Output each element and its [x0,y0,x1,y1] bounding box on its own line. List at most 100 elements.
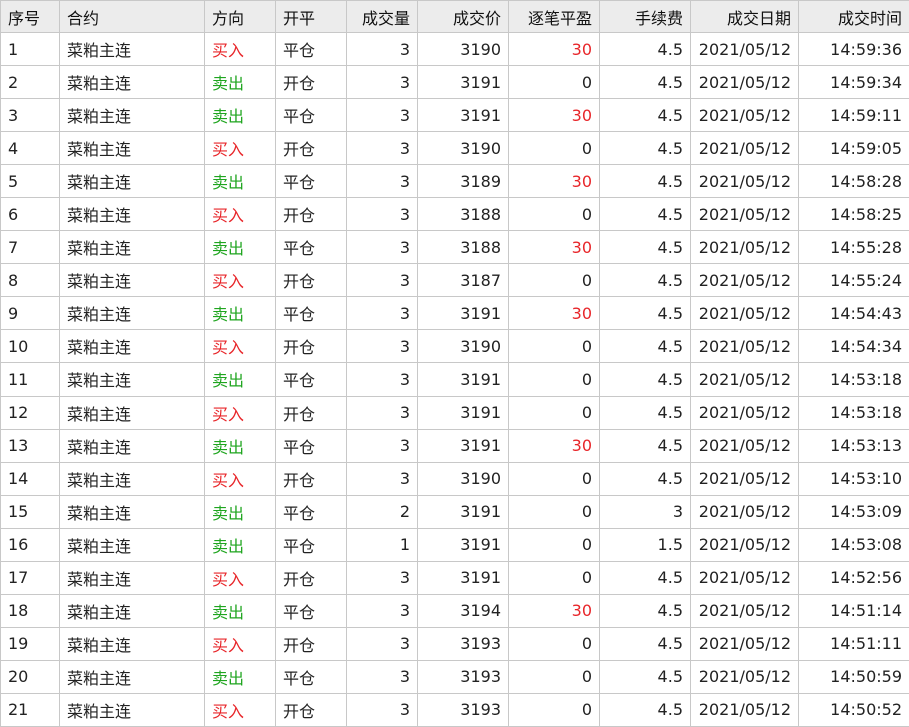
table-row[interactable]: 1 菜粕主连 买入 平仓 3 3190 30 4.5 2021/05/12 14:59:36 [0,31,909,67]
cell-direction: 买入 [204,31,276,67]
cell-volume: 3 [346,296,418,331]
cell-price: 3193 [417,626,509,661]
cell-date: 2021/05/12 [690,494,799,529]
cell-time: 14:50:59 [798,659,909,694]
table-row[interactable]: 2 菜粕主连 卖出 开仓 3 3191 0 4.5 2021/05/12 14:59:34 [0,65,909,100]
cell-open-close: 平仓 [275,428,347,463]
cell-price: 3193 [417,692,509,727]
column-header-pnl[interactable]: 逐笔平盈 [508,0,600,33]
cell-fee: 4.5 [599,560,691,595]
table-row[interactable]: 14 菜粕主连 买入 开仓 3 3190 0 4.5 2021/05/12 14:53:10 [0,461,909,496]
cell-price: 3188 [417,197,509,232]
table-row[interactable]: 20 菜粕主连 卖出 平仓 3 3193 0 4.5 2021/05/12 14:50:59 [0,659,909,694]
table-row[interactable]: 13 菜粕主连 卖出 平仓 3 3191 30 4.5 2021/05/12 14:53:13 [0,428,909,463]
cell-pnl: 0 [508,626,600,661]
cell-price: 3191 [417,395,509,430]
cell-contract: 菜粕主连 [59,65,205,100]
cell-direction: 买入 [204,626,276,661]
cell-contract: 菜粕主连 [59,593,205,628]
cell-contract: 菜粕主连 [59,98,205,133]
cell-direction: 卖出 [204,98,276,133]
cell-date: 2021/05/12 [690,428,799,463]
cell-pnl: 0 [508,131,600,166]
cell-fee: 4.5 [599,65,691,100]
cell-contract: 菜粕主连 [59,626,205,661]
cell-pnl: 0 [508,329,600,364]
cell-contract: 菜粕主连 [59,263,205,298]
cell-price: 3193 [417,659,509,694]
cell-pnl: 30 [508,593,600,628]
cell-direction: 卖出 [204,230,276,265]
table-row[interactable]: 19 菜粕主连 买入 开仓 3 3193 0 4.5 2021/05/12 14:51:11 [0,626,909,661]
table-row[interactable]: 17 菜粕主连 买入 开仓 3 3191 0 4.5 2021/05/12 14:52:56 [0,560,909,595]
cell-date: 2021/05/12 [690,65,799,100]
cell-volume: 3 [346,626,418,661]
cell-date: 2021/05/12 [690,560,799,595]
cell-volume: 3 [346,131,418,166]
table-row[interactable]: 18 菜粕主连 卖出 平仓 3 3194 30 4.5 2021/05/12 14:51:14 [0,593,909,628]
table-row[interactable]: 16 菜粕主连 卖出 平仓 1 3191 0 1.5 2021/05/12 14:53:08 [0,527,909,562]
cell-open-close: 开仓 [275,560,347,595]
column-header-time[interactable]: 成交时间 [798,0,909,33]
cell-date: 2021/05/12 [690,230,799,265]
table-row[interactable]: 15 菜粕主连 卖出 平仓 2 3191 0 3 2021/05/12 14:53:09 [0,494,909,529]
cell-date: 2021/05/12 [690,395,799,430]
trade-records-table: 序号 合约 方向 开平 成交量 成交价 逐笔平盈 手续费 成交日期 成交时间 1… [0,0,909,727]
column-header-price[interactable]: 成交价 [417,0,509,33]
column-header-volume[interactable]: 成交量 [346,0,418,33]
cell-price: 3191 [417,527,509,562]
table-row[interactable]: 9 菜粕主连 卖出 平仓 3 3191 30 4.5 2021/05/12 14:54:43 [0,296,909,331]
cell-pnl: 30 [508,31,600,67]
table-row[interactable]: 8 菜粕主连 买入 开仓 3 3187 0 4.5 2021/05/12 14:55:24 [0,263,909,298]
column-header-open-close[interactable]: 开平 [275,0,347,33]
cell-pnl: 0 [508,692,600,727]
cell-pnl: 0 [508,494,600,529]
column-header-index[interactable]: 序号 [0,0,60,33]
table-row[interactable]: 10 菜粕主连 买入 开仓 3 3190 0 4.5 2021/05/12 14:54:34 [0,329,909,364]
cell-date: 2021/05/12 [690,197,799,232]
cell-open-close: 平仓 [275,659,347,694]
cell-open-close: 开仓 [275,395,347,430]
cell-date: 2021/05/12 [690,593,799,628]
cell-contract: 菜粕主连 [59,494,205,529]
table-row[interactable]: 3 菜粕主连 卖出 平仓 3 3191 30 4.5 2021/05/12 14:59:11 [0,98,909,133]
column-header-date[interactable]: 成交日期 [690,0,799,33]
cell-volume: 3 [346,659,418,694]
cell-time: 14:50:52 [798,692,909,727]
column-header-direction[interactable]: 方向 [204,0,276,33]
cell-volume: 3 [346,65,418,100]
cell-fee: 1.5 [599,527,691,562]
column-header-fee[interactable]: 手续费 [599,0,691,33]
table-row[interactable]: 7 菜粕主连 卖出 平仓 3 3188 30 4.5 2021/05/12 14:55:28 [0,230,909,265]
cell-pnl: 0 [508,659,600,694]
table-row[interactable]: 21 菜粕主连 买入 开仓 3 3193 0 4.5 2021/05/12 14:50:52 [0,692,909,727]
cell-time: 14:55:24 [798,263,909,298]
cell-direction: 卖出 [204,593,276,628]
cell-index: 7 [0,230,60,265]
header-row: 序号 合约 方向 开平 成交量 成交价 逐笔平盈 手续费 成交日期 成交时间 [0,0,909,33]
cell-open-close: 开仓 [275,329,347,364]
table-row[interactable]: 5 菜粕主连 卖出 平仓 3 3189 30 4.5 2021/05/12 14:58:28 [0,164,909,199]
cell-contract: 菜粕主连 [59,395,205,430]
cell-direction: 卖出 [204,65,276,100]
table-row[interactable]: 4 菜粕主连 买入 开仓 3 3190 0 4.5 2021/05/12 14:59:05 [0,131,909,166]
cell-date: 2021/05/12 [690,626,799,661]
cell-open-close: 开仓 [275,626,347,661]
cell-volume: 3 [346,98,418,133]
cell-volume: 3 [346,428,418,463]
cell-date: 2021/05/12 [690,527,799,562]
column-header-contract[interactable]: 合约 [59,0,205,33]
cell-volume: 3 [346,560,418,595]
cell-fee: 3 [599,494,691,529]
cell-index: 19 [0,626,60,661]
cell-index: 16 [0,527,60,562]
cell-index: 12 [0,395,60,430]
cell-date: 2021/05/12 [690,131,799,166]
table-row[interactable]: 6 菜粕主连 买入 开仓 3 3188 0 4.5 2021/05/12 14:58:25 [0,197,909,232]
cell-direction: 卖出 [204,428,276,463]
table-row[interactable]: 12 菜粕主连 买入 开仓 3 3191 0 4.5 2021/05/12 14:53:18 [0,395,909,430]
table-row[interactable]: 11 菜粕主连 卖出 平仓 3 3191 0 4.5 2021/05/12 14:53:18 [0,362,909,397]
cell-open-close: 开仓 [275,65,347,100]
cell-price: 3190 [417,31,509,67]
cell-price: 3188 [417,230,509,265]
